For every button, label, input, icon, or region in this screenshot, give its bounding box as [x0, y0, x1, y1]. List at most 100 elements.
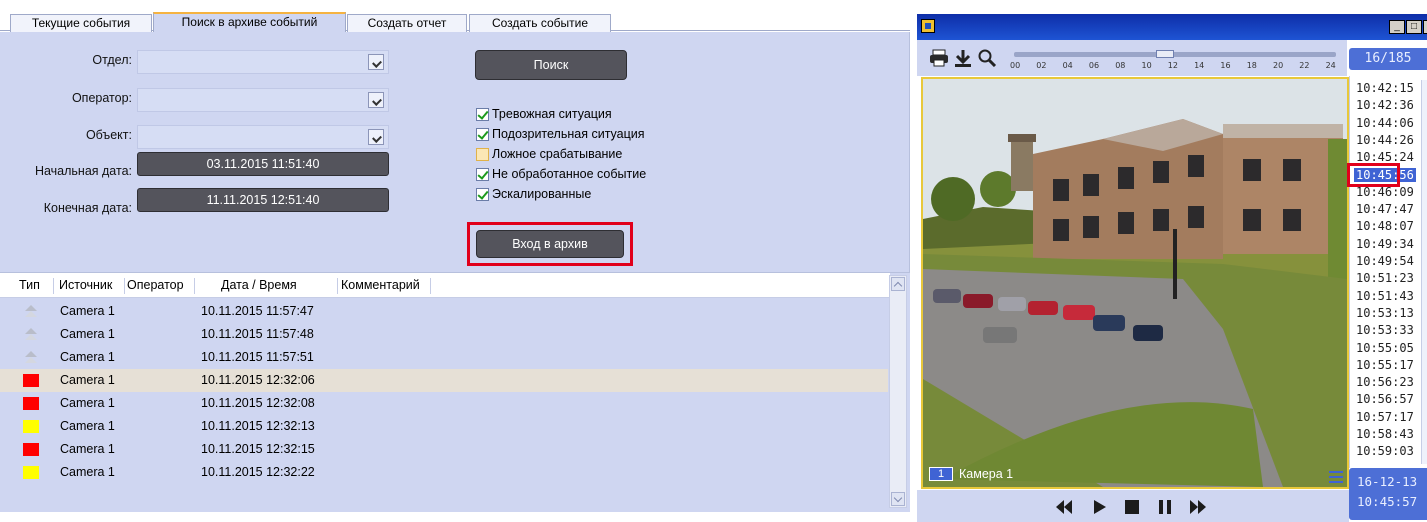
end-date-field[interactable]: 11.11.2015 12:51:40: [137, 188, 389, 212]
time-entry[interactable]: 10:51:23: [1356, 271, 1414, 285]
timeline-thumb[interactable]: [1156, 50, 1174, 58]
time-entry[interactable]: 10:55:05: [1356, 341, 1414, 355]
time-entry[interactable]: 10:59:03: [1356, 444, 1414, 458]
tab-create-report[interactable]: Создать отчет: [347, 14, 467, 32]
selected-time-highlight: [1347, 163, 1400, 187]
time-entry[interactable]: 10:51:43: [1356, 289, 1414, 303]
time-entry[interactable]: 10:44:26: [1356, 133, 1414, 147]
timeline-tick-label: 12: [1167, 61, 1178, 70]
table-row[interactable]: Camera 1 10.11.2015 12:32:08: [0, 392, 888, 415]
checkbox-icon[interactable]: [476, 107, 489, 121]
table-row[interactable]: Camera 1 10.11.2015 11:57:48: [0, 323, 888, 346]
time-entry[interactable]: 10:58:43: [1356, 427, 1414, 441]
minimize-icon[interactable]: _: [1389, 20, 1405, 34]
time-entry[interactable]: 10:53:33: [1356, 323, 1414, 337]
checkbox-false-alarm[interactable]: Ложное срабатывание: [476, 145, 622, 163]
tab-current-events[interactable]: Текущие события: [10, 14, 152, 32]
rewind-icon[interactable]: [1053, 498, 1073, 516]
timeline-tick-label: 24: [1325, 61, 1336, 70]
checkbox-icon[interactable]: [476, 187, 489, 201]
close-icon[interactable]: [1423, 20, 1427, 34]
table-row[interactable]: Camera 1 10.11.2015 12:32:06: [0, 369, 888, 392]
scroll-down-icon[interactable]: [891, 492, 905, 506]
checkbox-label: Эскалированные: [492, 187, 592, 201]
table-row[interactable]: Camera 1 10.11.2015 11:57:47: [0, 300, 888, 323]
chevron-down-icon[interactable]: [368, 54, 384, 70]
event-type-icon: [23, 466, 39, 479]
column-header-type[interactable]: Тип: [19, 278, 54, 294]
menu-icon[interactable]: [1329, 471, 1343, 483]
checkbox-icon[interactable]: [476, 147, 489, 161]
department-select[interactable]: [137, 50, 389, 74]
time-entry[interactable]: 10:49:54: [1356, 254, 1414, 268]
chevron-down-icon[interactable]: [368, 129, 384, 145]
object-select[interactable]: [137, 125, 389, 149]
tab-archive-search[interactable]: Поиск в архиве событий: [153, 12, 346, 32]
search-icon[interactable]: [977, 49, 997, 68]
row-source: Camera 1: [60, 373, 115, 387]
time-entry[interactable]: 10:53:13: [1356, 306, 1414, 320]
table-row[interactable]: Camera 1 10.11.2015 12:32:15: [0, 438, 888, 461]
time-entry[interactable]: 10:42:15: [1356, 81, 1414, 95]
time-entry[interactable]: 10:47:47: [1356, 202, 1414, 216]
row-datetime: 10.11.2015 11:57:47: [201, 304, 314, 318]
column-header-datetime[interactable]: Дата / Время: [221, 278, 338, 294]
maximize-icon[interactable]: □: [1406, 20, 1422, 34]
time-entry[interactable]: 10:48:07: [1356, 219, 1414, 233]
table-scrollbar[interactable]: [889, 275, 907, 508]
checkbox-label: Подозрительная ситуация: [492, 127, 645, 141]
fast-forward-icon[interactable]: [1187, 498, 1207, 516]
time-list-scrollbar[interactable]: [1421, 80, 1427, 464]
department-label: Отдел:: [92, 53, 132, 67]
timeline-tick-label: 10: [1141, 61, 1152, 70]
event-search-panel: Текущие события Поиск в архиве событий С…: [0, 0, 910, 522]
time-entry[interactable]: 10:42:36: [1356, 98, 1414, 112]
checkbox-label: Ложное срабатывание: [492, 147, 623, 161]
camera-view[interactable]: 1 Камера 1: [921, 77, 1349, 489]
time-entry[interactable]: 10:57:17: [1356, 410, 1414, 424]
stop-icon[interactable]: [1121, 498, 1141, 516]
timeline-slider[interactable]: 00 02 04 06 08 10 12 14 16 18 20 22 24: [1010, 48, 1336, 74]
pause-icon[interactable]: [1155, 498, 1175, 516]
row-source: Camera 1: [60, 465, 115, 479]
print-icon[interactable]: [929, 49, 949, 67]
table-row[interactable]: Camera 1 10.11.2015 12:32:13: [0, 415, 888, 438]
column-header-comment[interactable]: Комментарий: [341, 278, 431, 294]
chevron-down-icon[interactable]: [368, 92, 384, 108]
time-entry[interactable]: 10:44:06: [1356, 116, 1414, 130]
time-entry[interactable]: 10:56:23: [1356, 375, 1414, 389]
archive-enter-button[interactable]: Вход в архив: [476, 230, 624, 258]
scroll-up-icon[interactable]: [891, 277, 905, 291]
checkbox-unprocessed[interactable]: Не обработанное событие: [476, 165, 646, 183]
search-button[interactable]: Поиск: [475, 50, 627, 80]
table-row[interactable]: Camera 1 10.11.2015 11:57:51: [0, 346, 888, 369]
operator-label: Оператор:: [71, 91, 132, 105]
app-icon: [921, 19, 935, 33]
checkbox-icon[interactable]: [476, 167, 489, 181]
table-header: Тип Источник Оператор Дата / Время Комме…: [0, 273, 890, 298]
row-source: Camera 1: [60, 442, 115, 456]
column-header-source[interactable]: Источник: [59, 278, 125, 294]
checkbox-icon[interactable]: [476, 127, 489, 141]
download-icon[interactable]: [953, 49, 973, 67]
time-entry[interactable]: 10:49:34: [1356, 237, 1414, 251]
timeline-track[interactable]: [1014, 52, 1336, 57]
time-entry[interactable]: 10:55:17: [1356, 358, 1414, 372]
tab-create-event[interactable]: Создать событие: [469, 14, 611, 32]
end-date-label: Конечная дата:: [43, 201, 132, 215]
time-entry[interactable]: 10:56:57: [1356, 392, 1414, 406]
object-label: Объект:: [85, 128, 132, 142]
event-type-icon: [23, 397, 39, 410]
operator-select[interactable]: [137, 88, 389, 112]
camera-name: Камера 1: [959, 467, 1014, 481]
timeline-tick-label: 20: [1273, 61, 1284, 70]
checkbox-escalated[interactable]: Эскалированные: [476, 185, 591, 203]
start-date-field[interactable]: 03.11.2015 11:51:40: [137, 152, 389, 176]
table-row[interactable]: Camera 1 10.11.2015 12:32:22: [0, 461, 888, 484]
row-datetime: 10.11.2015 12:32:15: [201, 442, 315, 456]
column-header-operator[interactable]: Оператор: [127, 278, 195, 294]
checkbox-suspicious[interactable]: Подозрительная ситуация: [476, 125, 645, 143]
camera-label: 1 Камера 1: [929, 467, 1013, 481]
checkbox-alarm[interactable]: Тревожная ситуация: [476, 105, 612, 123]
play-icon[interactable]: [1089, 498, 1109, 516]
